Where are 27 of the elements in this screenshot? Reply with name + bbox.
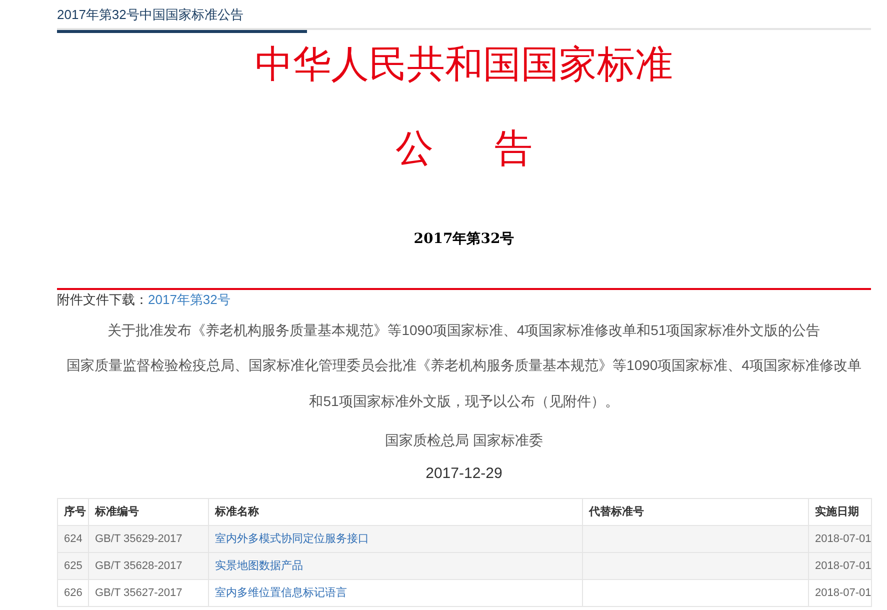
table-cell: GB/T 35629-2017 xyxy=(88,526,208,553)
summary-text: 关于批准发布《养老机构服务质量基本规范》等1090项国家标准、4项国家标准修改单和51项国家标准外文版的公告 xyxy=(106,321,822,340)
standard-link[interactable]: 实景地图数据产品 xyxy=(215,560,303,572)
table-cell: GB/T 35628-2017 xyxy=(88,552,208,580)
announcement-subheading: 公告 xyxy=(394,124,594,172)
table-cell: 2018-07-01 xyxy=(808,580,872,607)
date-text: 2017-12-29 xyxy=(424,464,504,484)
table-cell: 624 xyxy=(58,526,88,553)
attachment-link[interactable]: 2017年第32号 xyxy=(148,292,230,307)
announcement-paragraph: 国家质量监督检验检疫总局、国家标准化管理委员会批准《养老机构服务质量基本规范》等1090项国家标准、4项国家标准修改单和51项国家标准外文版，现予以公布（见附件）。 xyxy=(66,356,862,412)
table-cell: 625 xyxy=(58,552,88,580)
attachment-label: 附件文件下载： xyxy=(57,292,148,307)
column-header: 序号 xyxy=(58,498,88,526)
column-header: 标准名称 xyxy=(208,498,582,526)
column-header: 代替标准号 xyxy=(582,498,808,526)
standard-link[interactable]: 室内多维位置信息标记语言 xyxy=(215,586,347,599)
table-cell: 2018-07-01 xyxy=(808,552,872,580)
table-cell: 2018-07-01 xyxy=(808,526,872,553)
standard-link[interactable]: 室内外多模式协同定位服务接口 xyxy=(215,532,369,545)
table-cell: GB/T 35627-2017 xyxy=(88,580,208,607)
announcement-heading: 中华人民共和国国家标准 xyxy=(254,42,674,88)
page-title: 2017年第32号中国国家标准公告 xyxy=(57,5,307,32)
table-cell: 626 xyxy=(58,580,88,607)
announcement-number: 2017年第32号 xyxy=(412,230,516,249)
issuer-text: 国家质检总局 国家标准委 xyxy=(384,431,544,450)
column-header: 实施日期 xyxy=(808,498,872,526)
column-header: 标准编号 xyxy=(88,498,208,526)
